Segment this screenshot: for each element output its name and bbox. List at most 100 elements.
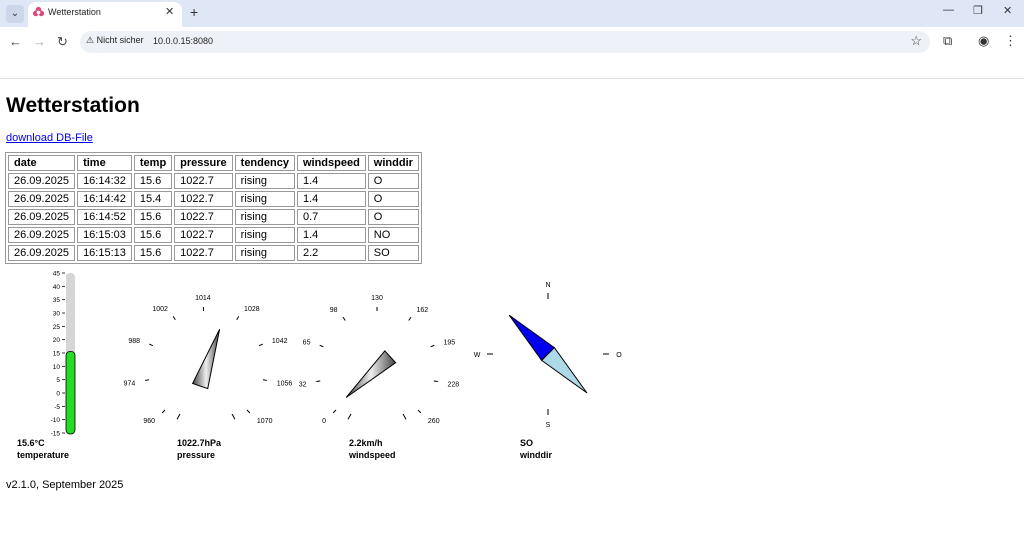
table-cell: 26.09.2025 [8, 209, 76, 225]
table-cell: 15.6 [133, 227, 173, 243]
table-cell: 26.09.2025 [8, 245, 76, 261]
pressure-tick-label: 1070 [257, 418, 273, 425]
windspeed-tick [347, 413, 352, 420]
table-cell: 16:14:52 [77, 209, 132, 225]
thermometer-tick-label: 15 [53, 351, 61, 358]
table-cell: 15.4 [133, 191, 173, 207]
thermometer-tick-label: 0 [56, 391, 60, 398]
browser-tab[interactable]: Wetterstation ✕ [28, 2, 182, 27]
windspeed-tick-label: 260 [428, 418, 440, 425]
security-indicator[interactable]: ⚠ Nicht sicher [86, 35, 144, 46]
pressure-tick-label: 1042 [272, 338, 288, 345]
table-row: 26.09.2025 16:14:32 15.6 1022.7 rising 1.4 O [8, 173, 419, 189]
thermometer-tick-label: 30 [53, 311, 61, 318]
pressure-tick-label: 1028 [244, 306, 260, 313]
table-body: 26.09.2025 16:14:32 15.6 1022.7 rising 1.4 O 26… [8, 173, 419, 261]
pressure-tick-label: 1002 [152, 306, 168, 313]
compass-label: W [474, 352, 481, 359]
compass-label: N [545, 282, 550, 289]
table-cell: O [367, 191, 419, 207]
gauges-panel: 454035302520151050-5-10-1596097498810021… [51, 271, 623, 438]
pressure-value: 1022.7hPa [177, 438, 222, 448]
pressure-tick-label: 1056 [277, 380, 293, 387]
pressure-tick-label: 960 [143, 418, 155, 425]
table-cell: NO [367, 227, 419, 243]
table-cell: rising [234, 173, 295, 189]
pressure-tick [149, 343, 154, 347]
table-cell: 1.4 [296, 191, 366, 207]
column-header: pressure [174, 155, 233, 171]
pressure-tick [176, 413, 181, 420]
column-header: tendency [234, 155, 295, 171]
extensions-icon[interactable]: ⧉ [943, 33, 952, 49]
bookmark-star-icon[interactable]: ☆ [910, 33, 922, 49]
tab-strip: ⌄ Wetterstation ✕ + — ❐ ✕ [0, 0, 1024, 27]
winddir-value: SO [520, 438, 534, 448]
table-cell: 1022.7 [174, 191, 233, 207]
table-cell: rising [234, 209, 295, 225]
pressure-tick [161, 409, 166, 414]
back-icon[interactable]: ← [9, 34, 22, 49]
address-bar[interactable]: ⚠ Nicht sicher 10.0.0.15:8080 ☆ [80, 31, 930, 53]
temperature-caption: 15.6°C temperature [17, 437, 69, 461]
url-text[interactable]: 10.0.0.15:8080 [153, 36, 213, 46]
thermometer-tick-label: 40 [53, 284, 61, 291]
column-header: date [8, 155, 76, 171]
winddir-caption: SO winddir [520, 437, 552, 461]
thermometer-tick-label: 35 [53, 297, 61, 304]
table-cell: 1022.7 [174, 227, 233, 243]
windspeed-tick-label: 228 [447, 382, 459, 389]
weather-table: date time temp pressure tendency windspeed win… [5, 152, 422, 264]
table-cell: O [367, 173, 419, 189]
winddir-label: winddir [520, 450, 552, 460]
table-cell: 16:14:32 [77, 173, 132, 189]
profile-icon[interactable]: ◉ [978, 33, 989, 49]
table-cell: 15.6 [133, 245, 173, 261]
table-cell: 16:15:13 [77, 245, 132, 261]
windspeed-tick-label: 0 [322, 418, 326, 425]
column-header: winddir [367, 155, 419, 171]
table-cell: 16:14:42 [77, 191, 132, 207]
windspeed-tick-label: 130 [371, 295, 383, 302]
thermometer-tick-label: 20 [53, 337, 61, 344]
windspeed-needle [345, 350, 397, 398]
windspeed-tick [342, 316, 346, 321]
column-header: windspeed [296, 155, 366, 171]
thermometer-fill [65, 351, 76, 435]
table-cell: 1022.7 [174, 209, 233, 225]
tab-search-button[interactable]: ⌄ [6, 5, 24, 23]
reload-icon[interactable]: ↻ [57, 34, 68, 50]
new-tab-icon[interactable]: + [190, 4, 198, 20]
compass-label: O [616, 352, 622, 359]
version-footer: v2.1.0, September 2025 [6, 479, 124, 491]
page-content: Wetterstation download DB-File date time t… [0, 79, 1024, 549]
table-cell: SO [367, 245, 419, 261]
minimize-icon[interactable]: — [943, 4, 954, 16]
table-cell: 2.2 [296, 245, 366, 261]
thermometer-tick-label: 5 [56, 377, 60, 384]
menu-icon[interactable]: ⋮ [1004, 33, 1017, 49]
security-label: Nicht sicher [96, 35, 144, 45]
table-cell: 15.6 [133, 209, 173, 225]
table-cell: 15.6 [133, 173, 173, 189]
windspeed-tick-label: 32 [299, 382, 307, 389]
forward-icon[interactable]: → [33, 34, 46, 49]
pressure-label: pressure [177, 450, 216, 460]
pressure-tick-label: 988 [128, 338, 140, 345]
pressure-tick [258, 343, 263, 347]
windspeed-caption: 2.2km/h windspeed [349, 437, 396, 461]
download-db-link[interactable]: download DB-File [6, 132, 93, 144]
restore-icon[interactable]: ❐ [973, 4, 983, 17]
table-cell: rising [234, 245, 295, 261]
table-cell: rising [234, 191, 295, 207]
thermometer-tick-label: 25 [53, 324, 61, 331]
close-tab-icon[interactable]: ✕ [165, 5, 174, 18]
compass-needle-south [540, 346, 588, 394]
pressure-tick [231, 413, 236, 420]
temperature-value: 15.6°C [17, 438, 45, 448]
table-cell: 1022.7 [174, 173, 233, 189]
close-window-icon[interactable]: ✕ [1003, 4, 1012, 17]
windspeed-tick-label: 65 [303, 339, 311, 346]
table-cell: 1022.7 [174, 245, 233, 261]
browser-toolbar: ← → ↻ ⚠ Nicht sicher 10.0.0.15:8080 ☆ ⧉ … [0, 27, 1024, 57]
